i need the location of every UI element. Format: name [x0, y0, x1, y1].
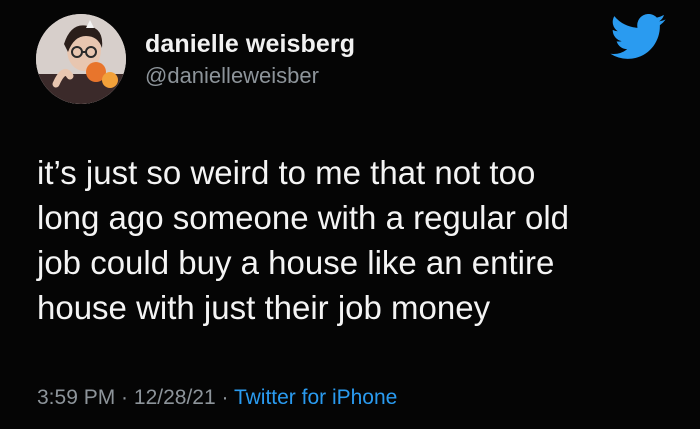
tweet-text: it’s just so weird to me that not too lo… — [37, 154, 570, 326]
tweet-source-link[interactable]: Twitter for iPhone — [234, 386, 397, 409]
user-handle[interactable]: @danielleweisber — [145, 63, 319, 89]
avatar-photo — [36, 14, 126, 104]
avatar[interactable] — [36, 14, 126, 104]
meta-separator: · — [215, 386, 234, 409]
tweet-time[interactable]: 3:59 PM — [37, 386, 115, 409]
tweet-metadata: 3:59 PM · 12/28/21 · Twitter for iPhone — [37, 386, 397, 410]
tweet-date[interactable]: 12/28/21 — [134, 386, 216, 409]
meta-separator: · — [115, 386, 134, 409]
display-name[interactable]: danielle weisberg — [145, 30, 355, 59]
tweet-card: danielle weisberg @danielleweisber it’s … — [0, 0, 700, 429]
twitter-bird-icon — [610, 14, 666, 60]
